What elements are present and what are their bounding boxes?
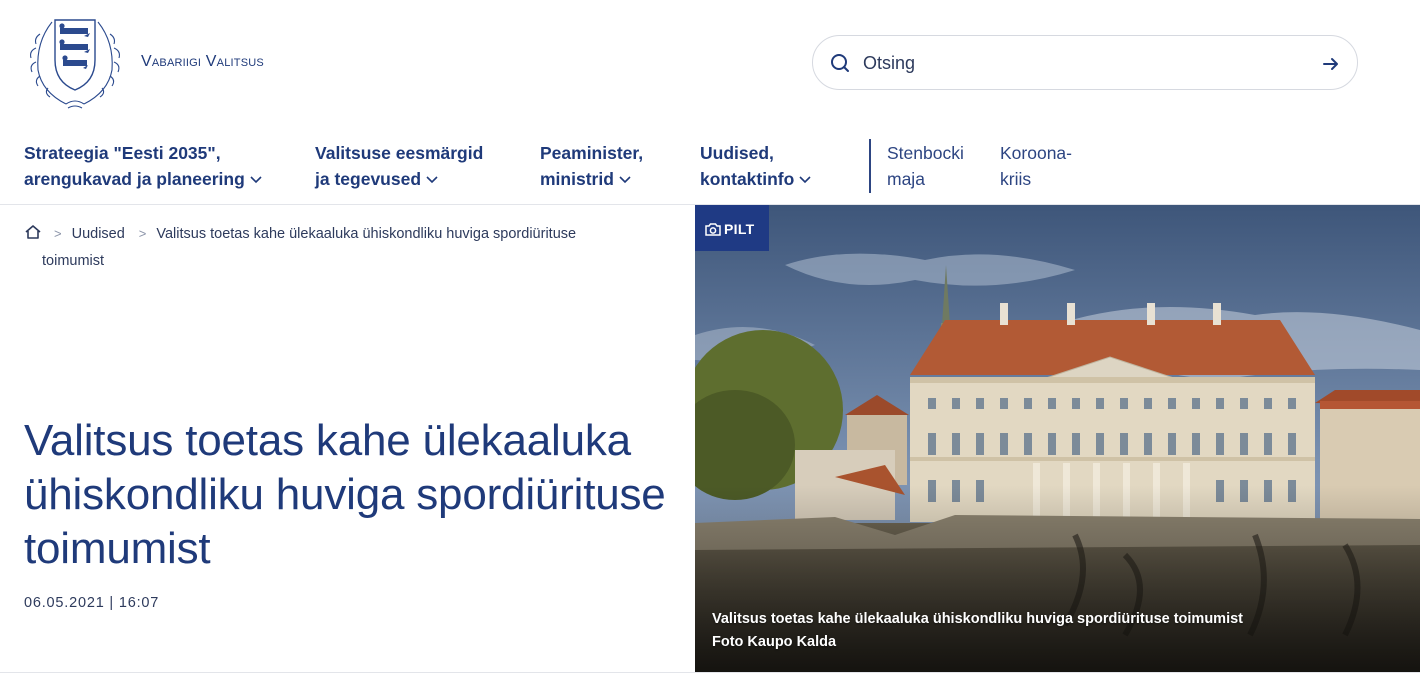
datetime-separator: | — [109, 595, 114, 611]
breadcrumb-current-cont: toimumist — [42, 253, 105, 269]
publish-datetime: 06.05.2021 | 16:07 — [24, 595, 159, 611]
nav-item-strategy[interactable]: Strateegia "Eesti 2035", arengukavad ja … — [24, 140, 262, 192]
image-type-badge: PILT — [695, 205, 769, 251]
nav-item-label: Koroona- — [1000, 143, 1072, 163]
nav-item-label: ja tegevused — [315, 169, 422, 189]
coat-of-arms-logo[interactable] — [22, 12, 128, 112]
breadcrumb-separator: > — [54, 226, 62, 241]
nav-item-label: kriis — [1000, 169, 1032, 189]
arrow-right-icon[interactable] — [1321, 54, 1341, 74]
photo-credit: Foto Kaupo Kalda — [712, 634, 837, 650]
nav-item-label: maja — [887, 169, 925, 189]
nav-item-label: arengukavad ja planeering — [24, 169, 245, 189]
nav-item-label: Uudised, — [700, 143, 774, 163]
breadcrumb-current: Valitsus toetas kahe ülekaaluka ühiskond… — [156, 226, 577, 242]
chevron-down-icon — [426, 176, 438, 184]
site-name[interactable]: Vabariigi Valitsus — [141, 53, 264, 71]
nav-item-stenbock[interactable]: Stenbocki maja — [887, 140, 964, 192]
nav-item-label: Valitsuse eesmärgid — [315, 143, 484, 163]
search-box[interactable] — [812, 35, 1358, 90]
breadcrumb-link-news[interactable]: Uudised — [72, 226, 125, 242]
chevron-down-icon — [619, 176, 631, 184]
publish-time: 16:07 — [118, 595, 160, 611]
nav-divider — [869, 139, 871, 193]
article-photo[interactable]: PILT Valitsus toetas kahe ülekaaluka ühi… — [695, 205, 1420, 672]
nav-item-label: Peaminister, — [540, 143, 644, 163]
search-input[interactable] — [863, 46, 1283, 80]
page-title: Valitsus toetas kahe ülekaaluka ühiskond… — [24, 416, 666, 573]
caption-text: Valitsus toetas kahe ülekaaluka ühiskond… — [712, 611, 1243, 627]
nav-item-label: kontaktinfo — [700, 169, 795, 189]
search-icon — [829, 52, 851, 74]
camera-icon — [705, 223, 721, 236]
breadcrumb: > Uudised > Valitsus toetas kahe ülekaaluka… — [24, 220, 684, 275]
photo-caption: Valitsus toetas kahe ülekaaluka ühiskond… — [712, 608, 1243, 654]
image-type-label: PILT — [724, 221, 755, 237]
publish-date: 06.05.2021 — [24, 595, 105, 611]
nav-item-label: ministrid — [540, 169, 614, 189]
nav-item-news[interactable]: Uudised, kontaktinfo — [700, 140, 811, 192]
nav-item-label: Strateegia "Eesti 2035", — [24, 143, 221, 163]
content-divider — [0, 672, 1420, 673]
nav-item-label: Stenbocki — [887, 143, 964, 163]
nav-item-corona[interactable]: Koroona- kriis — [1000, 140, 1072, 192]
home-icon[interactable] — [24, 224, 42, 240]
chevron-down-icon — [799, 176, 811, 184]
breadcrumb-separator: > — [138, 226, 147, 241]
nav-item-goals[interactable]: Valitsuse eesmärgid ja tegevused — [315, 140, 483, 192]
stenbock-house-image — [695, 205, 1420, 672]
nav-item-ministers[interactable]: Peaminister, ministrid — [540, 140, 643, 192]
chevron-down-icon — [250, 176, 262, 184]
